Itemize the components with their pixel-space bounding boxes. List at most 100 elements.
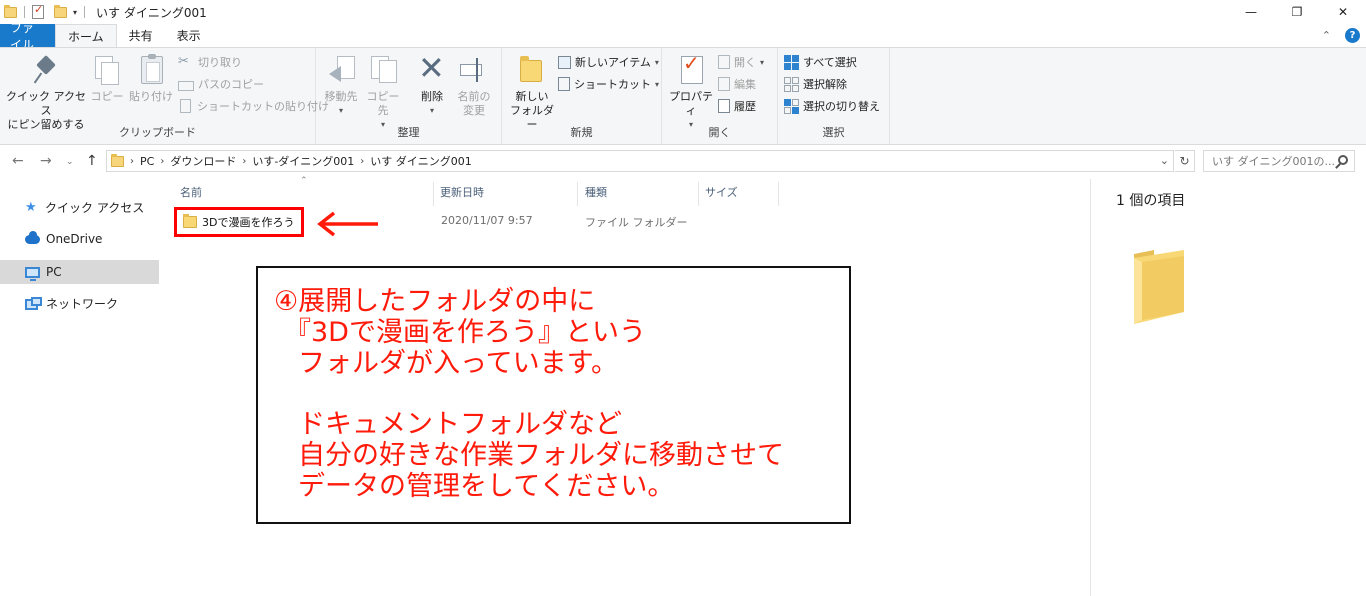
cloud-icon <box>25 230 40 244</box>
search-icon <box>1338 155 1348 165</box>
help-icon[interactable]: ? <box>1345 28 1360 43</box>
column-divider[interactable] <box>433 182 434 206</box>
path-icon <box>178 80 194 91</box>
details-pane-divider[interactable] <box>1090 179 1091 596</box>
tab-share[interactable]: 共有 <box>117 24 165 47</box>
breadcrumb-parent-folder[interactable]: いす-ダイニング001 <box>252 153 354 169</box>
customize-toolbar-dropdown[interactable]: ▾ <box>73 8 77 17</box>
pin-label-1: クイック アクセス <box>6 90 86 117</box>
sidebar-item-quick-access[interactable]: ★ クイック アクセス <box>0 195 159 219</box>
forward-arrow-icon[interactable]: → <box>40 153 52 169</box>
window-controls: — ❐ ✕ <box>1228 0 1366 24</box>
rename-label-2: 変更 <box>463 104 485 117</box>
back-arrow-icon[interactable]: ← <box>12 153 24 169</box>
select-all-label: すべて選択 <box>803 56 857 69</box>
delete-button[interactable]: ✕ 削除 ▾ <box>414 50 450 118</box>
copy-button[interactable]: コピー <box>90 54 124 104</box>
easy-access-button[interactable]: ショートカット ▾ <box>558 74 659 94</box>
star-icon: ★ <box>25 199 37 215</box>
new-group-label: 新規 <box>570 126 593 139</box>
column-divider[interactable] <box>577 182 578 206</box>
file-type: ファイル フォルダー <box>585 216 688 229</box>
column-header-size[interactable]: サイズ <box>705 182 738 204</box>
clipboard-group-label: クリップボード <box>119 126 196 139</box>
refresh-button[interactable]: ↻ <box>1175 150 1195 172</box>
address-history-dropdown[interactable]: ⌄ <box>1160 154 1169 167</box>
copy-path-button[interactable]: パスのコピー <box>178 74 264 94</box>
select-none-button[interactable]: 選択解除 <box>784 74 847 94</box>
new-folder-icon <box>516 54 548 86</box>
refresh-icon: ↻ <box>1179 154 1190 168</box>
edit-button[interactable]: 編集 <box>718 74 756 94</box>
breadcrumb-downloads[interactable]: ダウンロード <box>170 153 236 169</box>
column-header-name[interactable]: 名前 <box>180 182 202 204</box>
copy-path-label: パスのコピー <box>198 78 264 91</box>
open-label: 開く <box>734 56 756 69</box>
address-bar[interactable]: › PC › ダウンロード › いす-ダイニング001 › いす ダイニング00… <box>106 150 1174 172</box>
column-divider[interactable] <box>778 182 779 206</box>
select-none-icon <box>784 76 799 92</box>
close-button[interactable]: ✕ <box>1320 0 1366 24</box>
sidebar-item-pc[interactable]: PC <box>0 260 159 284</box>
maximize-button[interactable]: ❐ <box>1274 0 1320 24</box>
history-icon <box>718 99 730 113</box>
select-group-label: 選択 <box>822 126 845 139</box>
properties-icon[interactable] <box>32 3 44 19</box>
shortcut-dropdown-icon: ▾ <box>655 79 660 89</box>
cut-button[interactable]: ✂ 切り取り <box>178 52 242 72</box>
column-divider[interactable] <box>698 182 699 206</box>
shortcut-label: ショートカット <box>574 78 651 91</box>
sidebar-item-network[interactable]: ネットワーク <box>0 291 159 315</box>
edit-label: 編集 <box>734 78 756 91</box>
computer-icon <box>25 266 40 281</box>
file-row-3d-manga-folder[interactable]: 3Dで漫画を作ろう <box>174 207 304 237</box>
up-arrow-icon[interactable]: ↑ <box>86 153 98 169</box>
new-group: 新しい フォルダー 新しいアイテム ▾ ショートカット ▾ 新規 <box>502 48 662 144</box>
tab-view[interactable]: 表示 <box>165 24 213 47</box>
open-button[interactable]: 開く ▾ <box>718 52 764 72</box>
column-header-modified[interactable]: 更新日時 <box>440 182 484 204</box>
sidebar-item-onedrive[interactable]: OneDrive <box>0 227 159 251</box>
paste-icon <box>135 54 167 86</box>
move-to-label: 移動先 <box>324 90 358 103</box>
minimize-ribbon-icon[interactable]: ⌃ <box>1322 29 1331 42</box>
cut-label: 切り取り <box>198 56 242 69</box>
chevron-down-icon: ⌄ <box>1159 154 1169 167</box>
open-dropdown-icon: ▾ <box>760 57 765 67</box>
breadcrumb-current-folder[interactable]: いす ダイニング001 <box>370 153 472 169</box>
copy-icon <box>91 54 123 86</box>
rename-button[interactable]: 名前の 変更 <box>454 54 494 118</box>
invert-selection-button[interactable]: 選択の切り替え <box>784 96 880 116</box>
move-to-button[interactable]: 移動先 ▾ <box>320 54 362 118</box>
new-folder-button[interactable]: 新しい フォルダー <box>506 54 558 132</box>
file-name: 3Dで漫画を作ろう <box>202 216 295 229</box>
minimize-button[interactable]: — <box>1228 0 1274 24</box>
tab-file[interactable]: ファイル <box>0 21 55 52</box>
pin-to-quick-access-button[interactable]: クイック アクセス にピン留めする <box>4 54 88 132</box>
new-item-button[interactable]: 新しいアイテム ▾ <box>558 52 659 72</box>
breadcrumb-pc[interactable]: PC <box>140 155 154 168</box>
sort-ascending-icon: ⌃ <box>300 176 308 186</box>
search-input[interactable]: いす ダイニング001の... <box>1203 150 1355 172</box>
history-button[interactable]: 履歴 <box>718 96 756 116</box>
paste-shortcut-button[interactable]: ショートカットの貼り付け <box>178 96 329 116</box>
folder-icon <box>4 4 17 18</box>
copy-to-button[interactable]: コピー先 ▾ <box>362 54 404 132</box>
recent-locations-icon[interactable]: ⌄ <box>66 157 74 167</box>
column-header-type[interactable]: 種類 <box>585 182 607 204</box>
move-to-dropdown-icon: ▾ <box>338 106 343 115</box>
shortcut-icon <box>558 77 570 91</box>
organize-group: 移動先 ▾ コピー先 ▾ ✕ 削除 ▾ 名前の 変更 整理 <box>316 48 502 144</box>
sidebar-item-label: PC <box>46 265 62 279</box>
paste-button[interactable]: 貼り付け <box>128 54 174 104</box>
navigation-pane: ★ クイック アクセス OneDrive PC ネットワーク <box>0 179 160 596</box>
paste-label: 貼り付け <box>129 90 173 103</box>
sidebar-item-label: OneDrive <box>46 232 103 246</box>
select-all-button[interactable]: すべて選択 <box>784 52 857 72</box>
copy-label: コピー <box>90 90 124 103</box>
pin-icon <box>30 54 62 86</box>
properties-button[interactable]: ✓ プロパティ ▾ <box>666 53 716 132</box>
new-folder-icon[interactable] <box>54 4 67 18</box>
tab-home[interactable]: ホーム <box>55 24 117 47</box>
separator <box>84 6 86 18</box>
